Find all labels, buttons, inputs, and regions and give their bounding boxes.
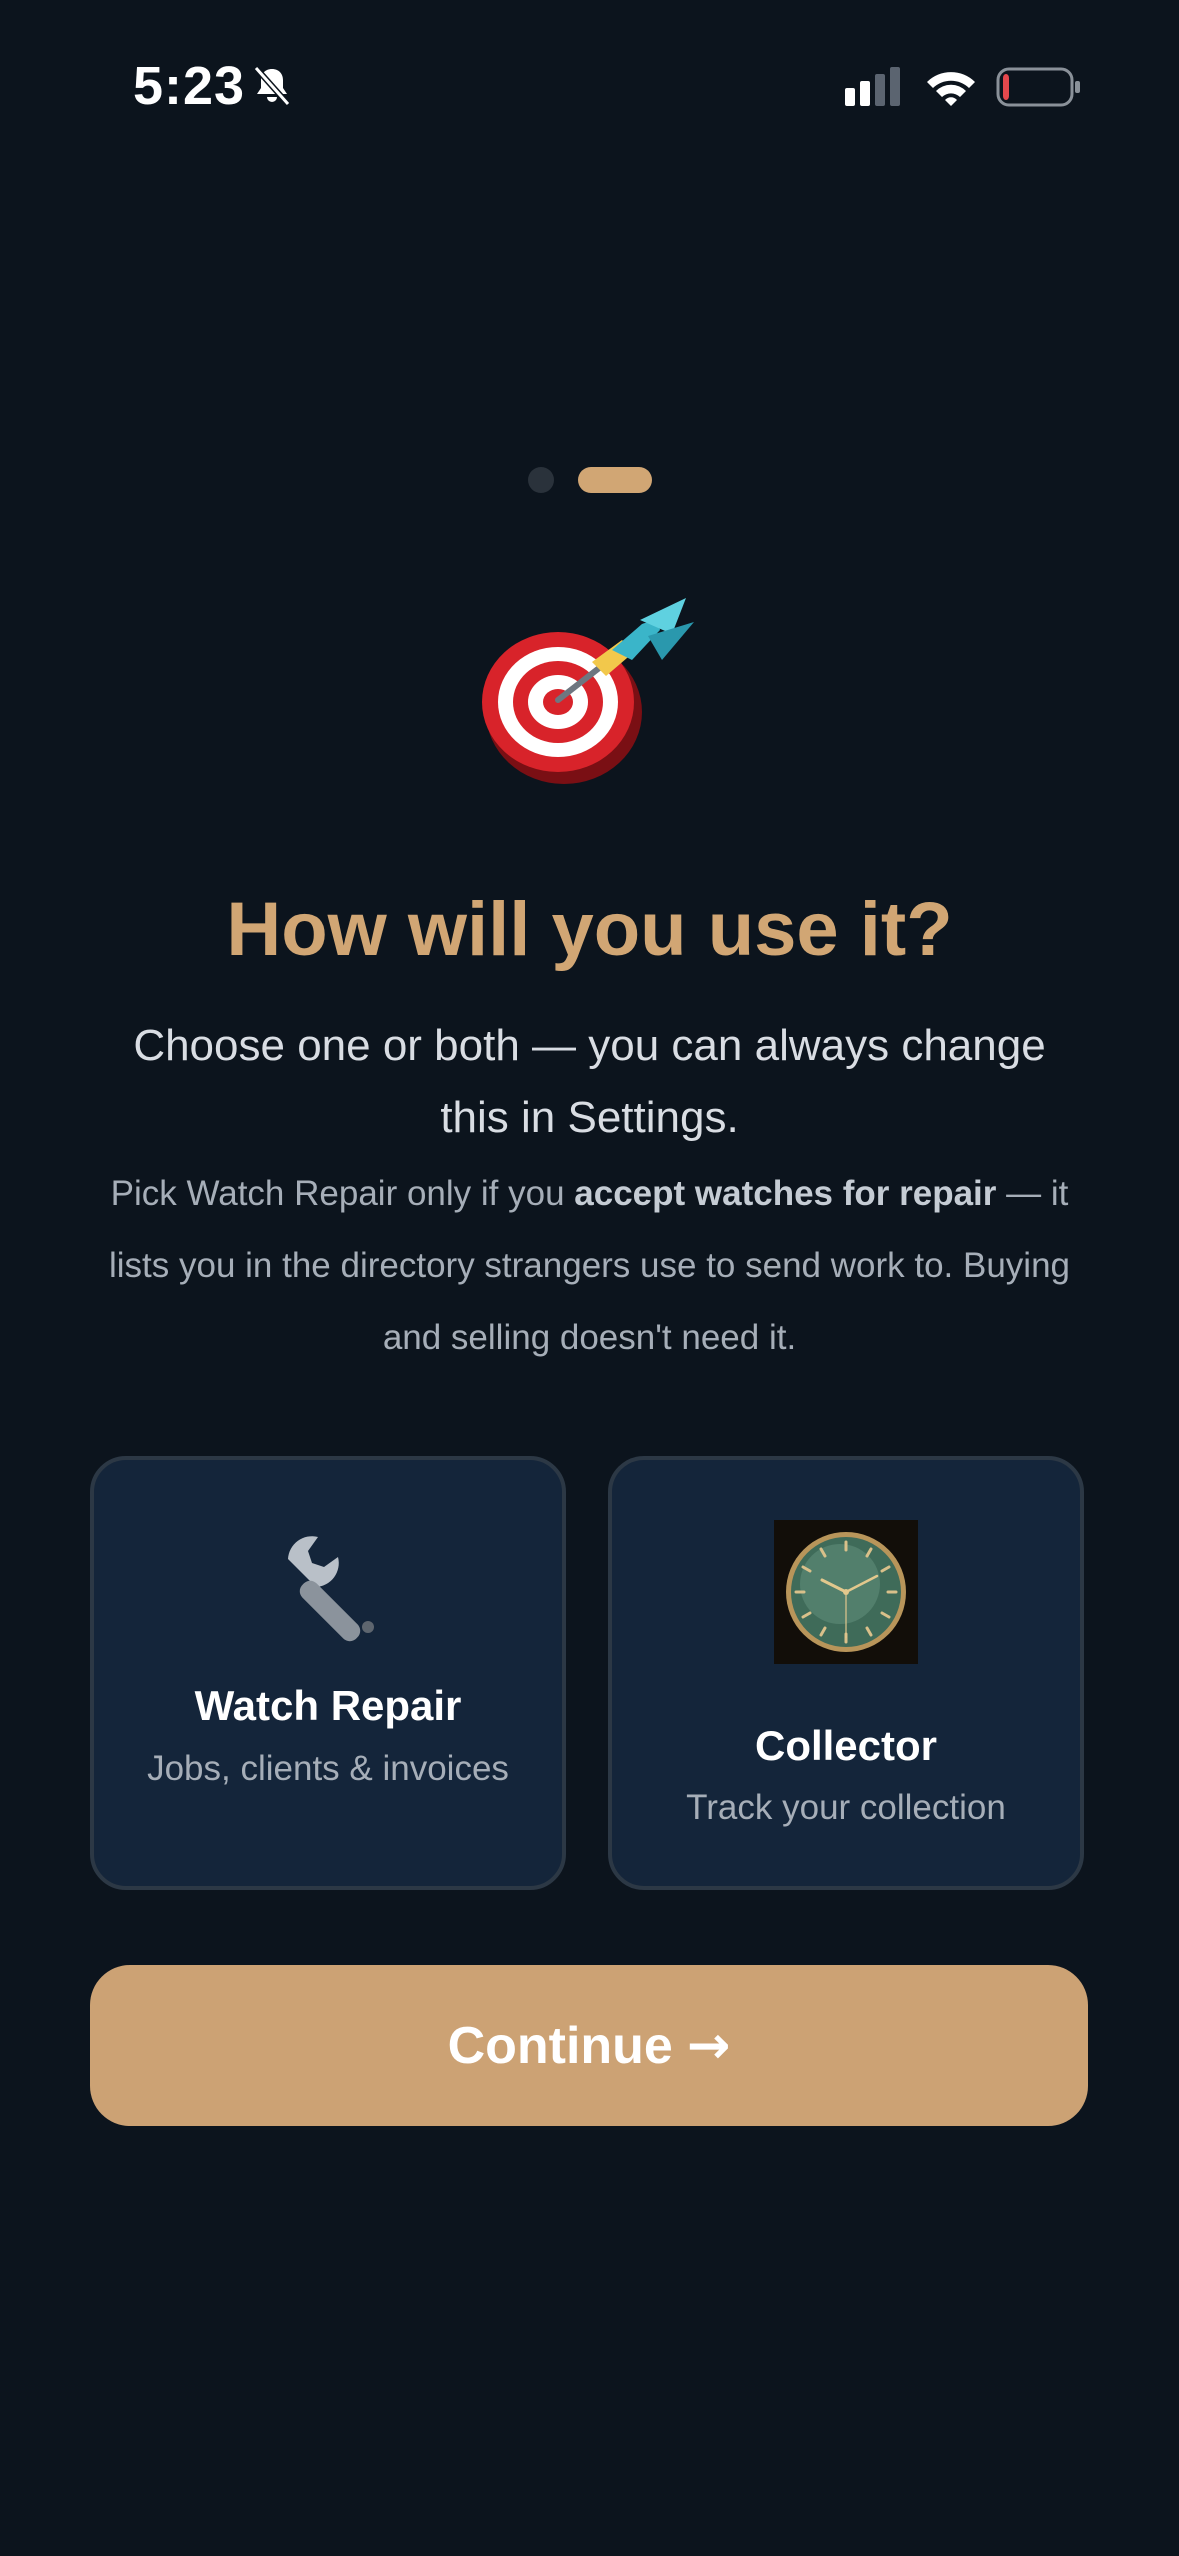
option-subtitle: Track your collection (686, 1788, 1006, 1827)
onboarding-screen: 5:23 How will you use it? Choose one or … (0, 0, 1179, 2556)
repair-note: Pick Watch Repair only if you accept wat… (95, 1158, 1084, 1374)
page-title: How will you use it? (226, 887, 953, 972)
option-card-collector[interactable]: Collector Track your collection (608, 1456, 1084, 1890)
cellular-signal-icon (845, 67, 900, 106)
page-indicator (528, 467, 652, 493)
dart-target-icon (482, 598, 694, 784)
bell-slash-icon (253, 66, 291, 106)
note-prefix: Pick Watch Repair only if you (110, 1174, 575, 1213)
option-title: Watch Repair (194, 1682, 462, 1729)
battery-low-icon (996, 67, 1080, 107)
page-subtitle: Choose one or both — you can always chan… (133, 1021, 1046, 1142)
arrow-right-icon: → (686, 2015, 731, 2076)
continue-button[interactable]: Continue → (90, 1965, 1088, 2126)
watch-face-icon (774, 1520, 918, 1664)
wrench-icon (288, 1536, 374, 1642)
status-time: 5:23 (133, 56, 246, 116)
page-dot-inactive[interactable] (528, 467, 554, 493)
option-card-watch-repair[interactable]: Watch Repair Jobs, clients & invoices (90, 1456, 566, 1890)
note-emphasis: accept watches for repair (574, 1174, 997, 1213)
wifi-icon (927, 72, 975, 106)
status-bar: 5:23 (0, 0, 1179, 170)
option-subtitle: Jobs, clients & invoices (147, 1749, 509, 1788)
continue-label: Continue (447, 2016, 673, 2075)
option-title: Collector (754, 1722, 938, 1769)
page-dot-active[interactable] (578, 467, 652, 493)
